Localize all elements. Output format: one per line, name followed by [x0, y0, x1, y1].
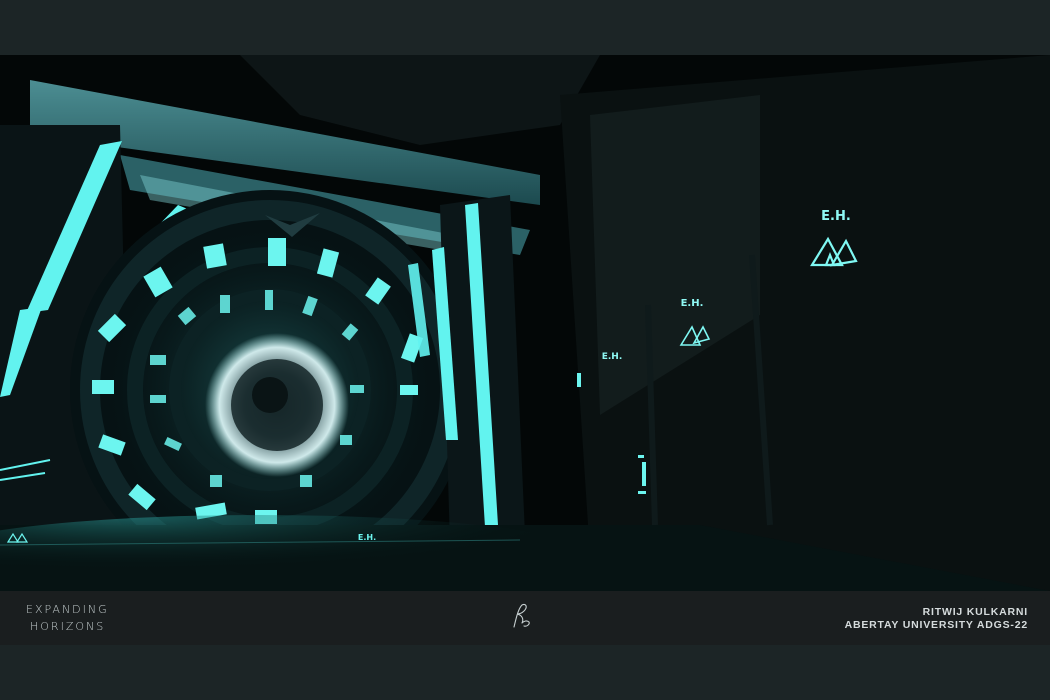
credit-organization: ABERTAY UNIVERSITY ADGS-22	[844, 619, 1028, 631]
credit-footer: EXPANDING HORIZONS RITWIJ KULKARNI ABERT…	[0, 591, 1050, 645]
credit-author: RITWIJ KULKARNI	[922, 606, 1028, 618]
render-scene: E.H. E.H. E.H. E.H.	[0, 55, 1050, 591]
signature-mark-icon	[513, 603, 530, 628]
top-letterbox	[0, 0, 1050, 55]
wall-label-small: E.H.	[602, 352, 623, 362]
floor-sign-label: E.H.	[358, 533, 376, 542]
scene-illustration: E.H. E.H. E.H. E.H.	[0, 55, 1050, 591]
wall-label-big: E.H.	[821, 209, 851, 224]
logo-text-line-2: HORIZONS	[30, 620, 106, 633]
logo-text-line-1: EXPANDING	[26, 603, 109, 616]
bottom-letterbox	[0, 645, 1050, 700]
wall-label-mid: E.H.	[681, 298, 704, 309]
